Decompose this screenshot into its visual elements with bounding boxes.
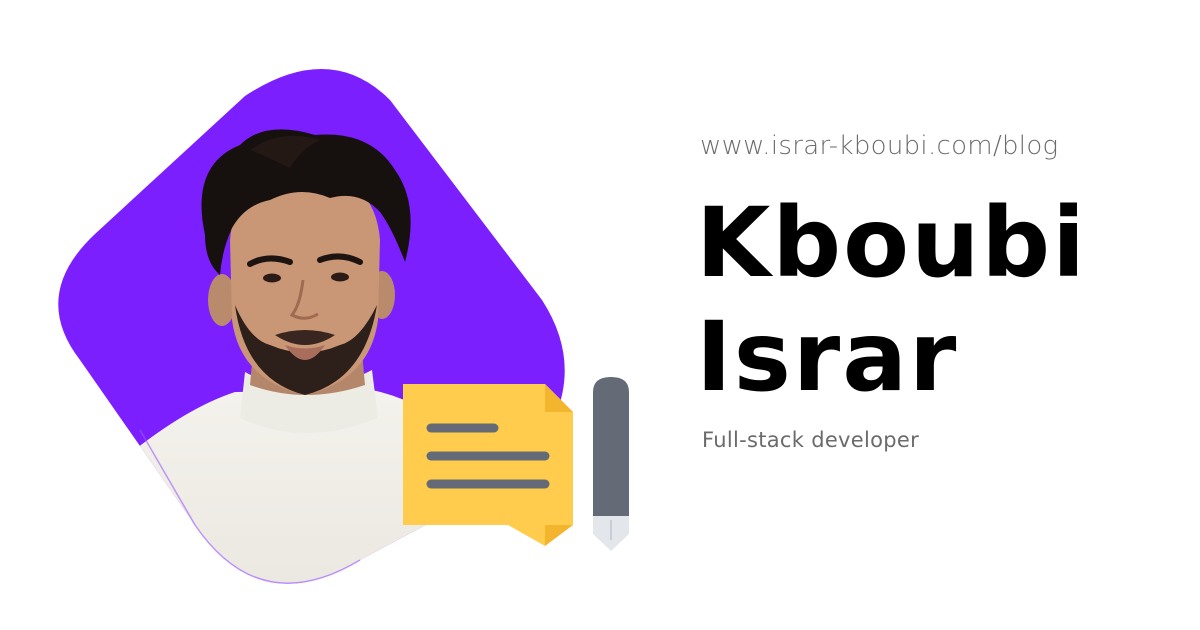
profile-photo bbox=[58, 68, 565, 584]
pen-icon bbox=[593, 377, 629, 551]
job-title: Full-stack developer bbox=[702, 428, 920, 452]
blog-url: www.israr-kboubi.com/blog bbox=[700, 131, 1059, 161]
hero-illustration bbox=[58, 68, 629, 584]
name-line-2: Israr bbox=[696, 301, 959, 413]
name-line-1: Kboubi bbox=[696, 187, 1088, 299]
page-title: Kboubi Israr bbox=[696, 186, 1087, 414]
chat-bubble-icon bbox=[403, 384, 573, 546]
